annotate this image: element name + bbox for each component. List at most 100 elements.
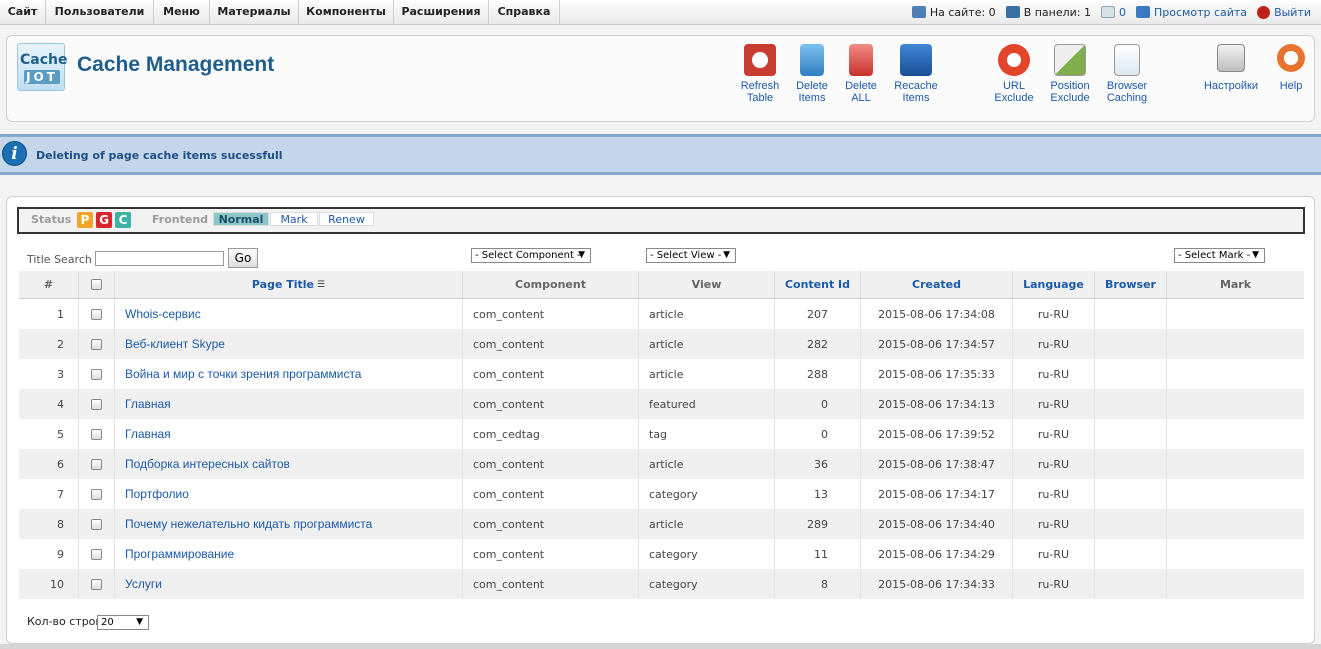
url-exclude-button[interactable]: URL Exclude [986,44,1042,104]
row-content-id: 0 [775,389,861,419]
logout-link[interactable]: Выйти [1257,5,1311,19]
row-content-id: 0 [775,419,861,449]
col-created[interactable]: Created [861,271,1013,298]
row-view: article [639,299,775,329]
row-view: tag [639,419,775,449]
table-row: 9 Программирование com_content category 11 20… [19,539,1304,569]
row-mark [1167,479,1304,509]
row-select-checkbox[interactable] [91,518,102,530]
search-row: Title Search : Go - Select Component - ▼ … [27,248,1307,270]
row-created: 2015-08-06 17:39:52 [861,419,1013,449]
row-title: Главная [115,419,463,449]
messages-status[interactable]: 0 [1101,6,1126,19]
row-select-checkbox[interactable] [91,458,102,470]
row-select-checkbox[interactable] [91,308,102,320]
page-title-link[interactable]: Главная [125,427,171,441]
refresh-table-button[interactable]: Refresh Table [732,44,788,104]
mode-normal-tab[interactable]: Normal [213,212,269,226]
col-content-id[interactable]: Content Id [775,271,861,298]
row-view: article [639,509,775,539]
row-select-checkbox[interactable] [91,578,102,590]
page-title-link[interactable]: Whois-сервис [125,307,201,321]
menu-site[interactable]: Сайт [0,0,46,24]
title-search-input[interactable] [95,251,224,266]
row-number: 7 [19,479,79,509]
status-p-button[interactable]: P [77,212,93,228]
status-c-button[interactable]: C [115,212,131,228]
menu-users[interactable]: Пользователи [46,0,154,24]
menu-menus[interactable]: Меню [154,0,210,24]
row-component: com_content [463,329,639,359]
row-checkbox [79,509,115,539]
row-browser [1095,509,1167,539]
select-component-dropdown[interactable]: - Select Component - ▼ [471,248,591,263]
page-title-link[interactable]: Война и мир с точки зрения программиста [125,367,361,381]
help-button[interactable]: Help [1263,44,1319,92]
menu-content[interactable]: Материалы [210,0,299,24]
delete-all-button[interactable]: Delete ALL [833,44,889,104]
row-created: 2015-08-06 17:35:33 [861,359,1013,389]
mode-mark-tab[interactable]: Mark [270,212,318,226]
page-title-link[interactable]: Главная [125,397,171,411]
row-select-checkbox[interactable] [91,428,102,440]
row-number: 6 [19,449,79,479]
browser-caching-button[interactable]: Browser Caching [1099,44,1155,104]
message-text: Deleting of page cache items sucessfull [36,149,283,162]
rows-count-select[interactable]: 20 ▼ [97,615,149,630]
position-exclude-button[interactable]: Position Exclude [1042,44,1098,104]
go-button[interactable]: Go [228,248,258,268]
in-panel-status: В панели: 1 [1005,6,1091,19]
pagination-footer: Кол-во строк: 20 ▼ [27,615,149,630]
row-title: Услуги [115,569,463,599]
select-all-checkbox[interactable] [91,279,102,290]
table-row: 4 Главная com_content featured 0 2015-08-06 1… [19,389,1304,419]
row-select-checkbox[interactable] [91,488,102,500]
menu-components[interactable]: Компоненты [299,0,394,24]
page-title-link[interactable]: Услуги [125,577,162,591]
row-number: 4 [19,389,79,419]
row-number: 9 [19,539,79,569]
chevron-down-icon: ▼ [723,250,730,260]
row-number: 5 [19,419,79,449]
menu-help[interactable]: Справка [489,0,560,24]
row-created: 2015-08-06 17:38:47 [861,449,1013,479]
page-title-link[interactable]: Веб-клиент Skype [125,337,225,351]
col-language[interactable]: Language [1013,271,1095,298]
page-title-link[interactable]: Программирование [125,547,234,561]
row-browser [1095,449,1167,479]
col-browser[interactable]: Browser [1095,271,1167,298]
row-checkbox [79,419,115,449]
view-site-link[interactable]: Просмотр сайта [1136,6,1247,19]
page-title-link[interactable]: Почему нежелательно кидать программиста [125,517,372,531]
row-created: 2015-08-06 17:34:57 [861,329,1013,359]
row-browser [1095,479,1167,509]
table-row: 6 Подборка интересных сайтов com_content ar… [19,449,1304,479]
row-title: Подборка интересных сайтов [115,449,463,479]
mode-renew-tab[interactable]: Renew [319,212,374,226]
recache-items-button[interactable]: Recache Items [888,44,944,104]
row-select-checkbox[interactable] [91,548,102,560]
table-header-row: # Page Title ☰ Component View Content Id … [19,271,1304,299]
select-mark-dropdown[interactable]: - Select Mark - ▼ [1174,248,1265,263]
row-select-checkbox[interactable] [91,338,102,350]
row-view: article [639,359,775,389]
row-component: com_content [463,479,639,509]
row-view: featured [639,389,775,419]
status-g-button[interactable]: G [96,212,112,228]
page-title-link[interactable]: Портфолио [125,487,189,501]
row-title: Почему нежелательно кидать программиста [115,509,463,539]
row-language: ru-RU [1013,359,1095,389]
page-title: Cache Management [77,53,275,76]
row-select-checkbox[interactable] [91,398,102,410]
delete-items-button[interactable]: Delete Items [784,44,840,104]
col-mark: Mark [1219,278,1252,291]
row-created: 2015-08-06 17:34:08 [861,299,1013,329]
page-title-link[interactable]: Подборка интересных сайтов [125,457,290,471]
select-view-dropdown[interactable]: - Select View - ▼ [646,248,736,263]
menu-extensions[interactable]: Расширения [394,0,489,24]
settings-button[interactable]: Настройки [1203,44,1259,92]
row-language: ru-RU [1013,299,1095,329]
row-select-checkbox[interactable] [91,368,102,380]
browser-caching-icon [1114,44,1140,76]
col-page-title[interactable]: Page Title ☰ [115,271,463,298]
